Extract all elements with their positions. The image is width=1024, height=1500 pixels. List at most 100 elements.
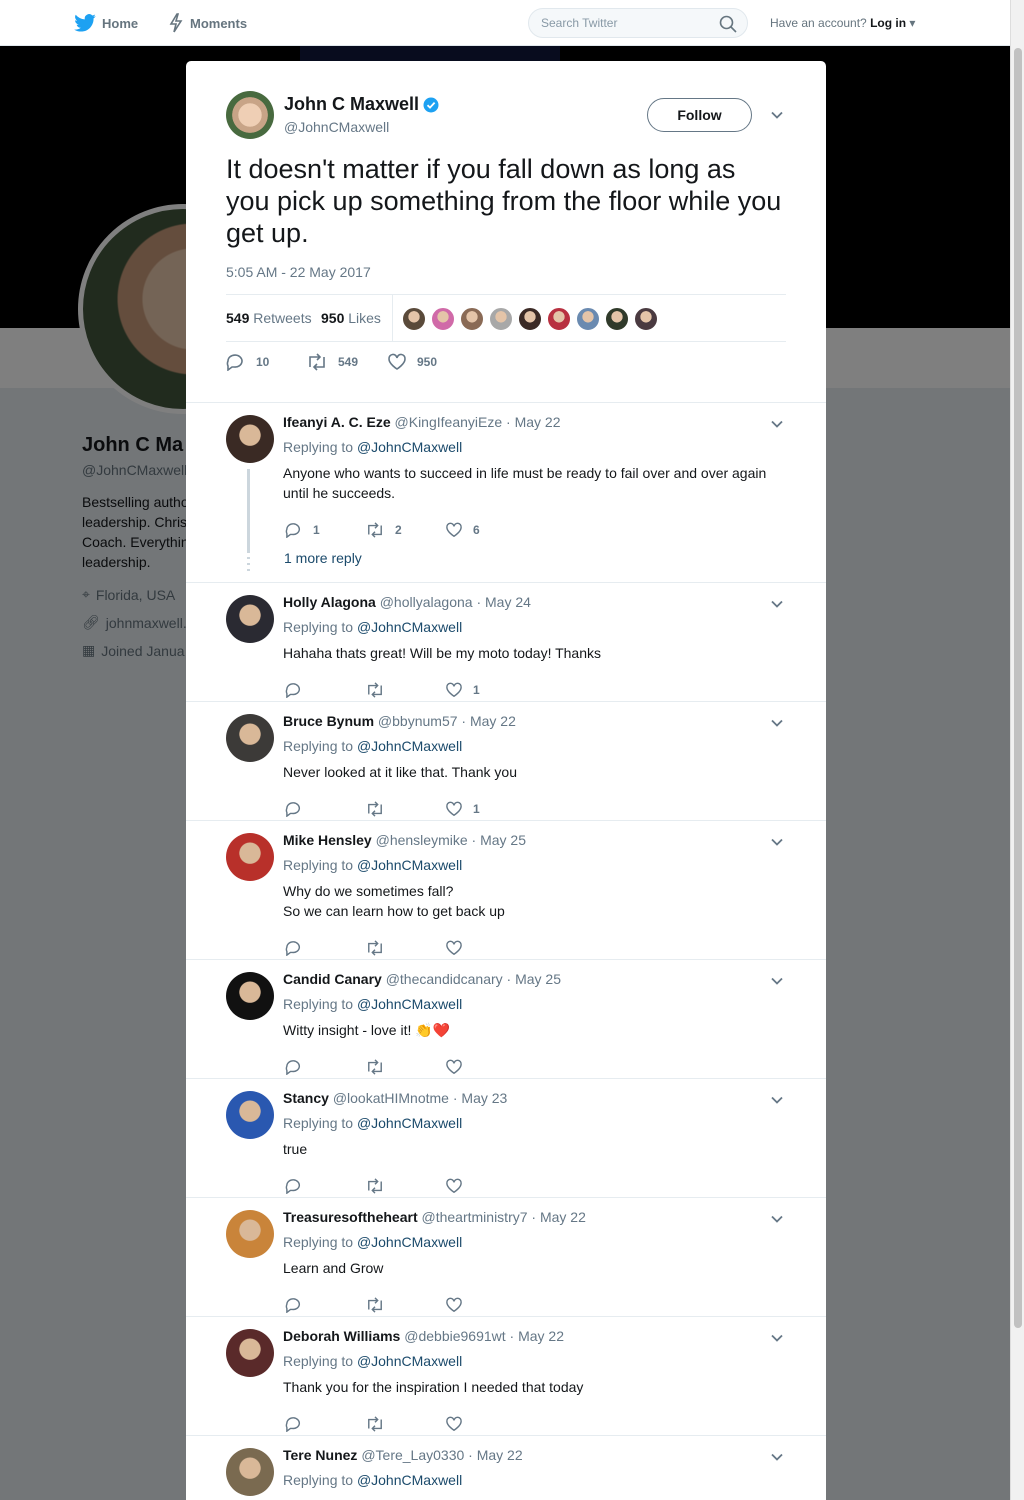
- author-name-text[interactable]: John C Maxwell: [284, 94, 419, 115]
- search-icon[interactable]: [719, 15, 737, 33]
- reply-avatar[interactable]: [226, 1210, 274, 1258]
- retweet-stat[interactable]: 549 Retweets: [226, 310, 312, 326]
- liker-avatar[interactable]: [605, 307, 629, 331]
- retweet-action[interactable]: [365, 1059, 395, 1075]
- reply-avatar[interactable]: [226, 415, 274, 463]
- liker-avatar[interactable]: [634, 307, 658, 331]
- reply-tweet[interactable]: Treasuresoftheheart @theartministry7 · M…: [186, 1198, 826, 1317]
- reply-action[interactable]: 10: [226, 353, 269, 371]
- reply-avatar[interactable]: [226, 833, 274, 881]
- reply-date[interactable]: · May 22: [510, 1328, 564, 1344]
- like-action[interactable]: 1: [445, 682, 480, 698]
- retweet-action[interactable]: 549: [306, 353, 358, 371]
- reply-tweet[interactable]: Candid Canary @thecandidcanary · May 25 R…: [186, 960, 826, 1079]
- reply-author-name[interactable]: Holly Alagona: [283, 594, 376, 610]
- like-action[interactable]: [445, 1297, 473, 1313]
- reply-date[interactable]: · May 22: [468, 1447, 522, 1463]
- author-handle[interactable]: @JohnCMaxwell: [284, 119, 389, 135]
- author-avatar[interactable]: [226, 91, 274, 139]
- reply-tweet[interactable]: Stancy @lookatHIMnotme · May 23 Replying …: [186, 1079, 826, 1198]
- like-action[interactable]: [445, 1178, 473, 1194]
- reply-date[interactable]: · May 22: [461, 713, 515, 729]
- liker-avatar[interactable]: [431, 307, 455, 331]
- reply-date[interactable]: · May 24: [476, 594, 530, 610]
- reply-action[interactable]: [285, 940, 313, 956]
- reply-action[interactable]: [285, 682, 313, 698]
- retweet-action[interactable]: [365, 940, 395, 956]
- reply-author-handle[interactable]: @lookatHIMnotme: [333, 1090, 449, 1106]
- chevron-down-icon[interactable]: [769, 107, 785, 123]
- retweet-action[interactable]: [365, 1297, 395, 1313]
- reply-tweet[interactable]: Deborah Williams @debbie9691wt · May 22 R…: [186, 1317, 826, 1436]
- like-action[interactable]: 950: [387, 353, 437, 371]
- follow-button[interactable]: Follow: [647, 98, 752, 132]
- like-action[interactable]: [445, 1416, 473, 1432]
- retweet-action[interactable]: 2: [365, 522, 402, 538]
- like-action[interactable]: 6: [445, 522, 480, 538]
- reply-author-handle[interactable]: @debbie9691wt: [404, 1328, 505, 1344]
- retweet-action[interactable]: [365, 1178, 395, 1194]
- chevron-down-icon[interactable]: [769, 715, 785, 731]
- nav-moments[interactable]: Moments: [168, 12, 247, 34]
- replying-to-link[interactable]: @JohnCMaxwell: [357, 1353, 462, 1369]
- reply-avatar[interactable]: [226, 1091, 274, 1139]
- liker-avatar[interactable]: [518, 307, 542, 331]
- reply-avatar[interactable]: [226, 1329, 274, 1377]
- reply-date[interactable]: · May 22: [506, 414, 560, 430]
- liker-avatar[interactable]: [402, 307, 426, 331]
- reply-author-handle[interactable]: @bbynum57: [378, 713, 458, 729]
- chevron-down-icon[interactable]: [769, 416, 785, 432]
- retweet-action[interactable]: [365, 682, 395, 698]
- reply-date[interactable]: · May 22: [531, 1209, 585, 1225]
- reply-action[interactable]: [285, 1297, 313, 1313]
- reply-avatar[interactable]: [226, 595, 274, 643]
- chevron-down-icon[interactable]: [769, 1330, 785, 1346]
- replying-to-link[interactable]: @JohnCMaxwell: [357, 738, 462, 754]
- reply-tweet[interactable]: Holly Alagona @hollyalagona · May 24 Repl…: [186, 583, 826, 702]
- likes-stat[interactable]: 950 Likes: [321, 310, 381, 326]
- reply-tweet[interactable]: Mike Hensley @hensleymike · May 25 Replyi…: [186, 821, 826, 960]
- replying-to-link[interactable]: @JohnCMaxwell: [357, 439, 462, 455]
- reply-avatar[interactable]: [226, 972, 274, 1020]
- replying-to-link[interactable]: @JohnCMaxwell: [357, 857, 462, 873]
- reply-action[interactable]: [285, 1059, 313, 1075]
- reply-action[interactable]: [285, 1178, 313, 1194]
- liker-avatar[interactable]: [576, 307, 600, 331]
- reply-author-name[interactable]: Tere Nunez: [283, 1447, 357, 1463]
- tweet-timestamp[interactable]: 5:05 AM - 22 May 2017: [226, 264, 371, 280]
- reply-author-name[interactable]: Bruce Bynum: [283, 713, 374, 729]
- reply-author-handle[interactable]: @hollyalagona: [380, 594, 473, 610]
- page-scrollbar[interactable]: [1010, 0, 1024, 1500]
- reply-author-name[interactable]: Candid Canary: [283, 971, 382, 987]
- reply-tweet[interactable]: Tere Nunez @Tere_Lay0330 · May 22 Replyin…: [186, 1436, 826, 1500]
- retweet-action[interactable]: [365, 1416, 395, 1432]
- reply-tweet[interactable]: Ifeanyi A. C. Eze @KingIfeanyiEze · May …: [186, 403, 826, 583]
- author-name[interactable]: John C Maxwell: [284, 94, 439, 115]
- reply-author-name[interactable]: Treasuresoftheheart: [283, 1209, 418, 1225]
- chevron-down-icon[interactable]: [769, 1211, 785, 1227]
- replying-to-link[interactable]: @JohnCMaxwell: [357, 1115, 462, 1131]
- chevron-down-icon[interactable]: [769, 1092, 785, 1108]
- like-action[interactable]: [445, 1059, 473, 1075]
- chevron-down-icon[interactable]: [769, 596, 785, 612]
- scrollbar-thumb[interactable]: [1014, 48, 1022, 1328]
- reply-date[interactable]: · May 25: [472, 832, 526, 848]
- reply-author-handle[interactable]: @hensleymike: [376, 832, 468, 848]
- reply-author-name[interactable]: Mike Hensley: [283, 832, 372, 848]
- reply-author-name[interactable]: Ifeanyi A. C. Eze: [283, 414, 391, 430]
- reply-author-handle[interactable]: @KingIfeanyiEze: [395, 414, 503, 430]
- close-icon[interactable]: ✕: [976, 8, 1006, 38]
- reply-avatar[interactable]: [226, 714, 274, 762]
- chevron-down-icon[interactable]: [769, 973, 785, 989]
- reply-date[interactable]: · May 25: [507, 971, 561, 987]
- login-link[interactable]: Log in: [870, 16, 906, 30]
- like-action[interactable]: [445, 940, 473, 956]
- reply-action[interactable]: [285, 1416, 313, 1432]
- replying-to-link[interactable]: @JohnCMaxwell: [357, 1234, 462, 1250]
- reply-author-handle[interactable]: @Tere_Lay0330: [361, 1447, 464, 1463]
- replying-to-link[interactable]: @JohnCMaxwell: [357, 996, 462, 1012]
- reply-avatar[interactable]: [226, 1448, 274, 1496]
- liker-avatar[interactable]: [489, 307, 513, 331]
- like-action[interactable]: 1: [445, 801, 480, 817]
- reply-tweet[interactable]: Bruce Bynum @bbynum57 · May 22 Replying t…: [186, 702, 826, 821]
